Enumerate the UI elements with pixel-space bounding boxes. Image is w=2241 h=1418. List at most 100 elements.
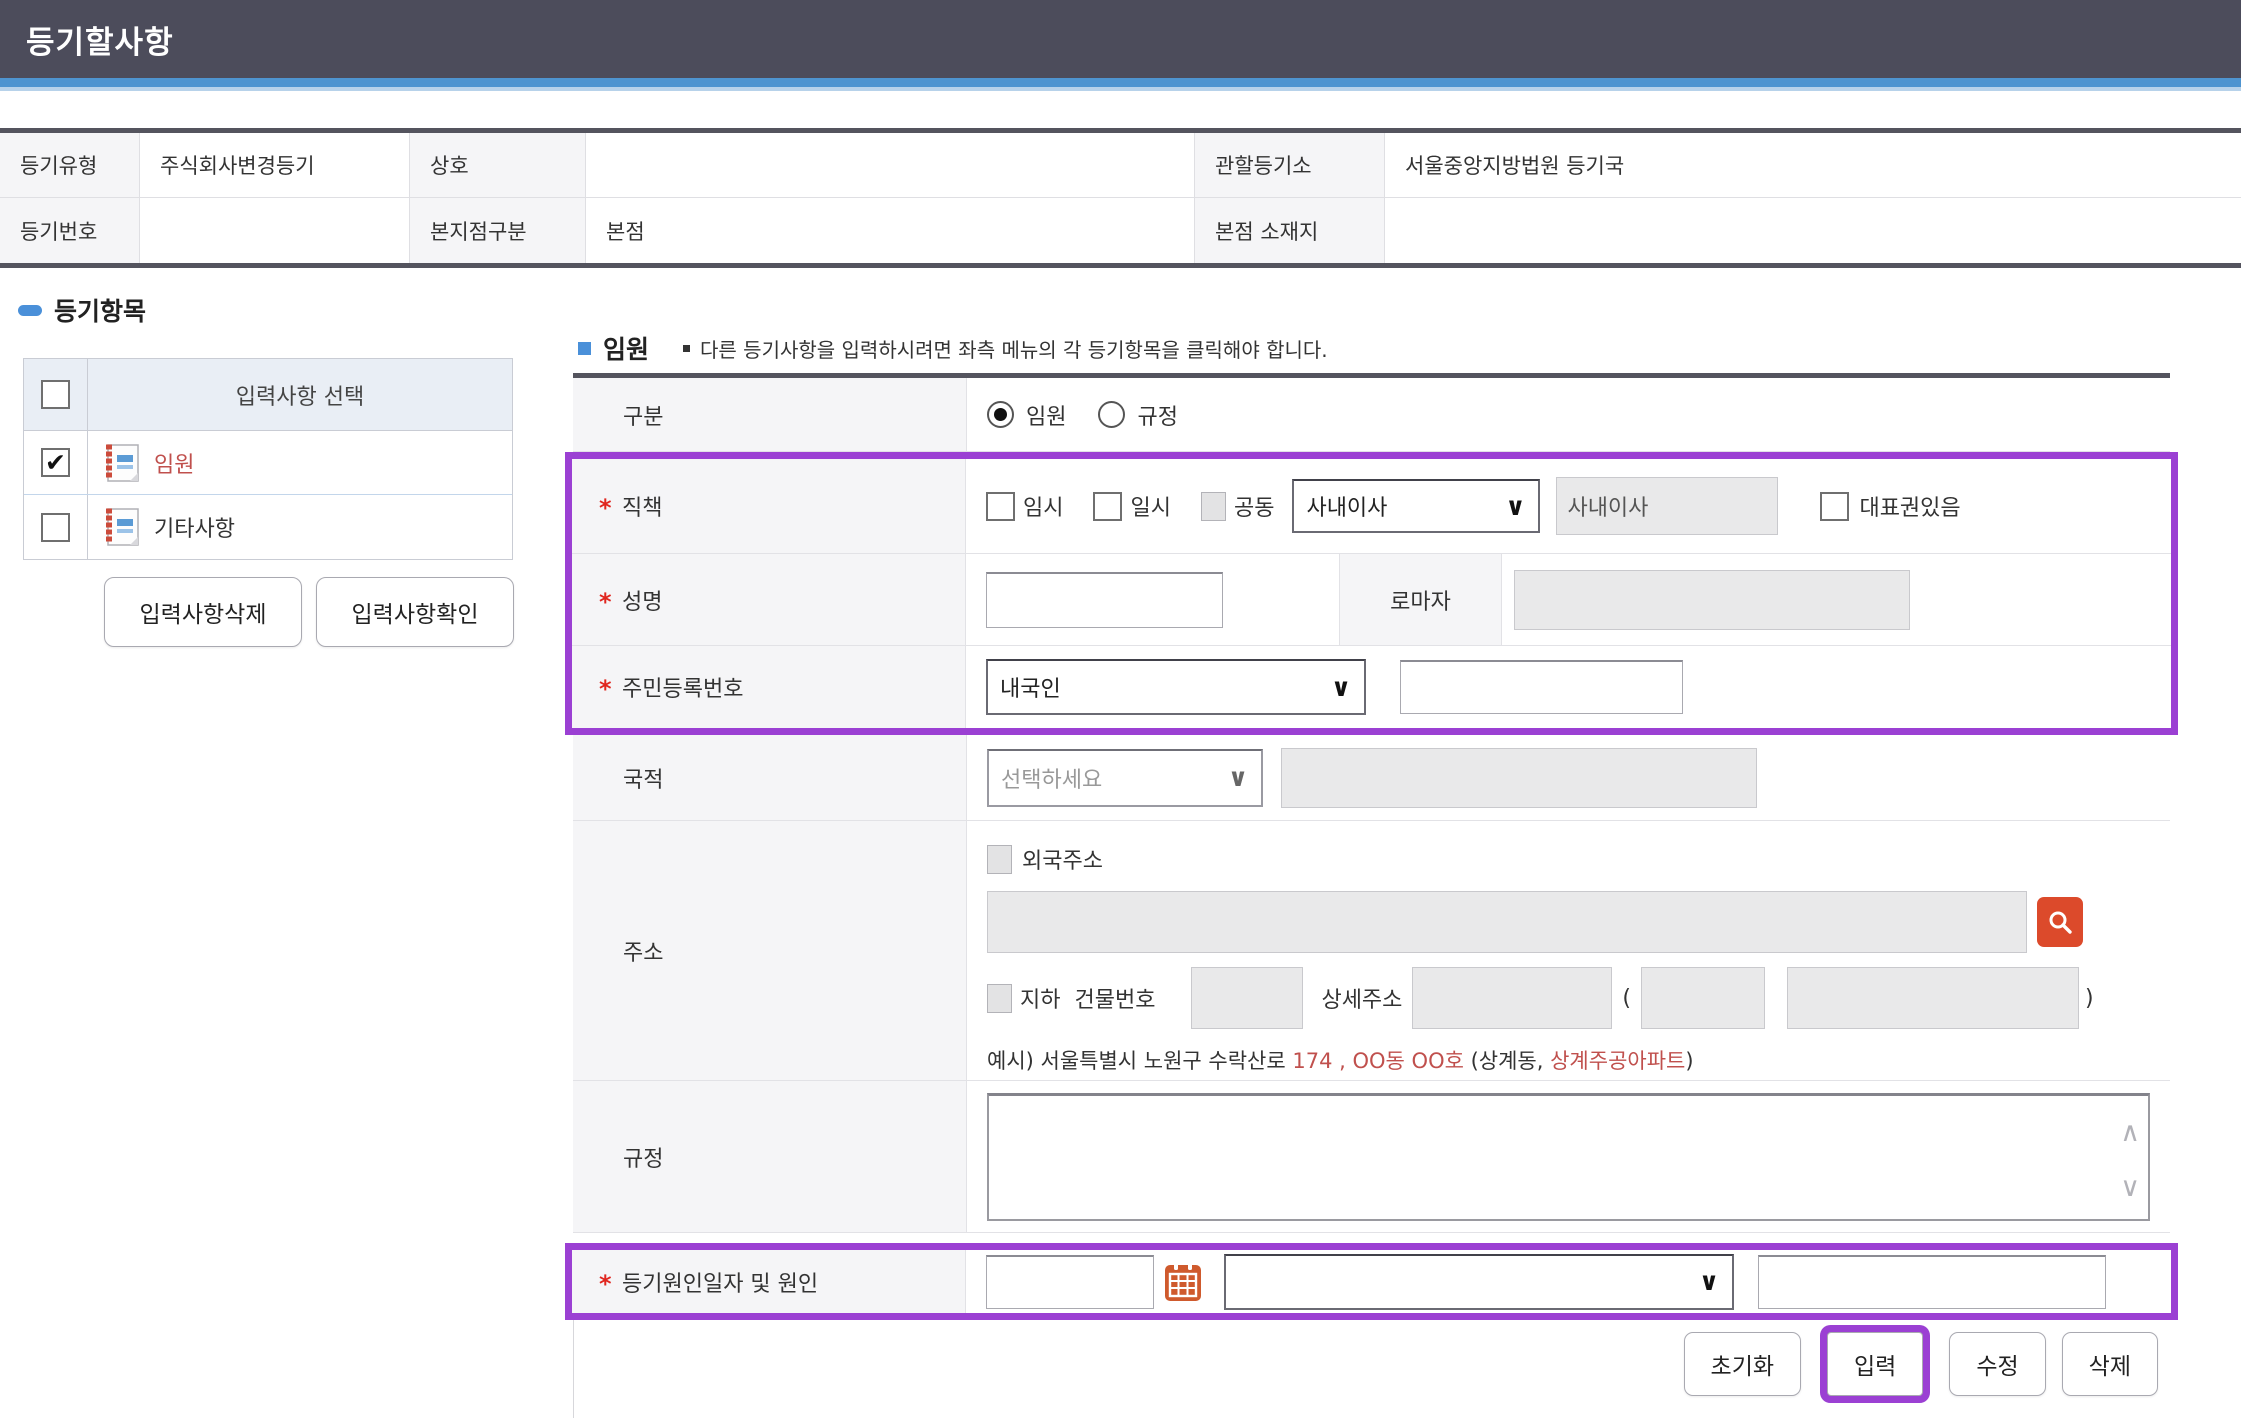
category-label: 구분	[573, 378, 967, 451]
address-label: 주소	[573, 821, 967, 1080]
trade-name-value	[586, 133, 1195, 197]
detail-address-input	[1412, 967, 1612, 1029]
confirm-items-button[interactable]: 입력사항확인	[316, 577, 514, 647]
building-number-input	[1191, 967, 1303, 1029]
nationality-label: 국적	[573, 735, 967, 820]
calendar-button[interactable]	[1164, 1261, 1202, 1303]
modify-button[interactable]: 수정	[1949, 1332, 2045, 1396]
officer-item-checkbox[interactable]: ✔	[41, 448, 70, 477]
basement-checkbox	[987, 984, 1012, 1013]
sidebar-buttons: 입력사항삭제 입력사항확인	[104, 577, 514, 647]
temporary-checkbox[interactable]	[986, 492, 1015, 521]
head-office-location-value	[1385, 198, 2241, 263]
trade-name-label: 상호	[410, 133, 586, 197]
table-row: 등기유형 주식회사변경등기 상호 관할등기소 서울중앙지방법원 등기국	[0, 133, 2241, 198]
cause-label: 등기원인일자 및 원인	[622, 1266, 818, 1298]
sidebar-section-title: 등기항목	[18, 292, 146, 328]
head-office-location-label: 본점 소재지	[1195, 198, 1385, 263]
delete-button[interactable]: 삭제	[2062, 1332, 2158, 1396]
nationality-type-select[interactable]: 내국인 ∨	[986, 659, 1366, 715]
cause-row: * 등기원인일자 및 원인	[572, 1250, 2171, 1313]
sidebar-item-officer[interactable]: 임원	[154, 447, 194, 479]
detail-address-label: 상세주소	[1321, 982, 1402, 1014]
position-readonly-field	[1556, 477, 1778, 535]
registration-info-table: 등기유형 주식회사변경등기 상호 관할등기소 서울중앙지방법원 등기국 등기번호…	[0, 128, 2241, 268]
position-label: 직책	[622, 490, 662, 522]
address-search-button[interactable]	[2037, 897, 2083, 947]
chevron-down-icon: ∨	[1318, 661, 1364, 713]
chevron-down-icon: ∨	[1492, 481, 1538, 531]
officer-radio-label: 임원	[1026, 399, 1066, 431]
reg-type-value: 주식회사변경등기	[140, 133, 410, 197]
rrn-row: * 주민등록번호 내국인 ∨	[572, 646, 2171, 728]
items-header-row: 입력사항 선택	[24, 359, 512, 431]
list-item: ✔ 임원	[24, 431, 512, 495]
scroll-down-icon[interactable]: ∨	[2120, 1174, 2140, 1201]
cause-date-input[interactable]	[986, 1255, 1154, 1309]
paren-open: (	[1622, 986, 1631, 1011]
chevron-down-icon: ∨	[1686, 1256, 1732, 1308]
rule-radio[interactable]	[1098, 401, 1125, 428]
officer-radio[interactable]	[987, 401, 1014, 428]
position-row: * 직책 임시 일시 공동 사내이사 ∨ 대표권있음	[572, 459, 2171, 554]
daily-checkbox-label: 일시	[1130, 490, 1170, 522]
bullet-icon	[18, 305, 42, 316]
category-row: 구분 임원 규정	[573, 378, 2170, 452]
rule-label: 규정	[573, 1081, 967, 1232]
office-division-label: 본지점구분	[410, 198, 586, 263]
nationality-row: 국적 선택하세요 ∨	[573, 735, 2170, 821]
items-header-label: 입력사항 선택	[88, 359, 512, 430]
delete-items-button[interactable]: 입력사항삭제	[104, 577, 302, 647]
page-header: 등기할사항	[0, 0, 2241, 78]
list-item: 기타사항	[24, 495, 512, 559]
required-mark: *	[599, 675, 612, 703]
highlight-box-required-fields: * 직책 임시 일시 공동 사내이사 ∨ 대표권있음	[565, 452, 2178, 735]
bullet-icon	[578, 342, 591, 355]
joint-checkbox	[1201, 492, 1226, 521]
scroll-up-icon[interactable]: ∧	[2120, 1119, 2140, 1146]
notebook-icon	[104, 507, 140, 547]
office-division-value: 본점	[586, 198, 1195, 263]
reset-button[interactable]: 초기화	[1684, 1332, 1801, 1396]
sidebar-title-text: 등기항목	[54, 292, 146, 328]
reg-type-label: 등기유형	[0, 133, 140, 197]
rule-textarea[interactable]	[987, 1093, 2150, 1221]
basement-label: 지하	[1020, 982, 1060, 1014]
address-example: 예시) 서울특별시 노원구 수락산로 174 , OO동 OO호 (상계동, 상…	[987, 1045, 1694, 1075]
required-mark: *	[599, 1270, 612, 1298]
position-select[interactable]: 사내이사 ∨	[1292, 479, 1540, 533]
daily-checkbox[interactable]	[1093, 492, 1122, 521]
rrn-label: 주민등록번호	[622, 671, 743, 703]
header-accent-bar	[0, 78, 2241, 87]
input-button[interactable]: 입력	[1827, 1332, 1923, 1396]
representative-checkbox[interactable]	[1820, 492, 1849, 521]
note-bullet-icon	[683, 345, 690, 352]
cause-detail-input[interactable]	[1758, 1255, 2106, 1309]
address-row: 주소 외국주소 지하 건물번호 상세주소	[573, 821, 2170, 1081]
registry-office-value: 서울중앙지방법원 등기국	[1385, 133, 2241, 197]
representative-checkbox-label: 대표권있음	[1859, 490, 1960, 522]
foreign-address-label: 외국주소	[1022, 843, 1103, 875]
reg-number-label: 등기번호	[0, 198, 140, 263]
nationality-select: 선택하세요 ∨	[987, 749, 1263, 807]
joint-checkbox-label: 공동	[1234, 490, 1274, 522]
rule-row: 규정 ∧ ∨	[573, 1081, 2170, 1233]
officer-title-text: 임원	[603, 330, 649, 366]
header-accent-bar-light	[0, 87, 2241, 91]
cause-select[interactable]: ∨	[1224, 1254, 1734, 1310]
building-number-label: 건물번호	[1074, 982, 1155, 1014]
other-item-checkbox[interactable]	[41, 513, 70, 542]
name-label: 성명	[622, 584, 662, 616]
rrn-input[interactable]	[1400, 660, 1683, 714]
rule-radio-label: 규정	[1137, 399, 1177, 431]
dong-input	[1641, 967, 1765, 1029]
search-icon	[2047, 909, 2073, 935]
sidebar-item-other[interactable]: 기타사항	[154, 511, 235, 543]
required-mark: *	[599, 494, 612, 522]
name-input[interactable]	[986, 572, 1223, 628]
chevron-down-icon: ∨	[1215, 751, 1261, 805]
select-all-checkbox[interactable]	[41, 380, 70, 409]
foreign-address-checkbox	[987, 845, 1012, 874]
romanized-input	[1514, 570, 1910, 630]
temporary-checkbox-label: 임시	[1023, 490, 1063, 522]
